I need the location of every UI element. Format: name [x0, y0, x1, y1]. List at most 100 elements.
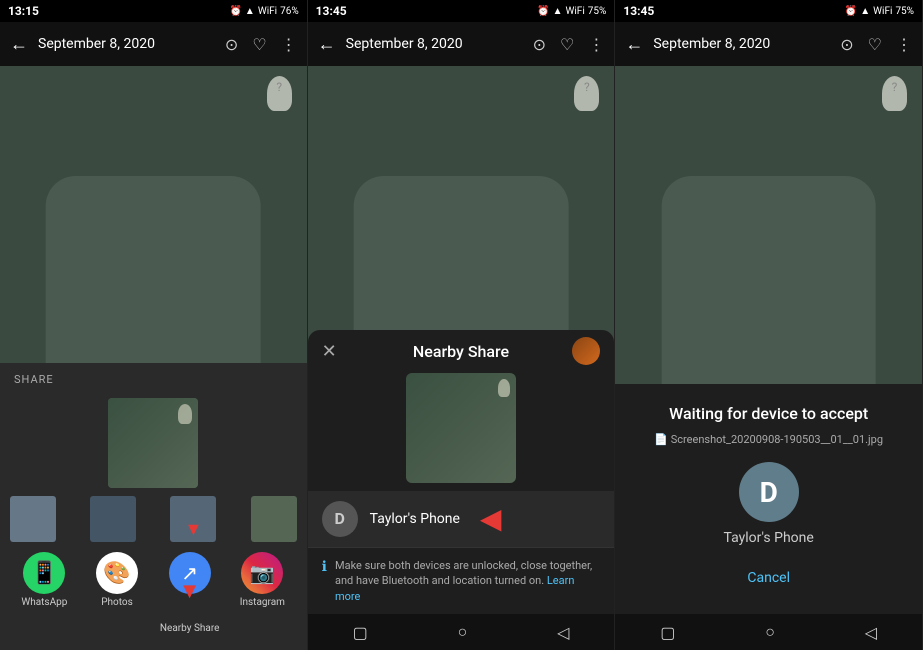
- wifi-icon-3: WiFi: [873, 6, 892, 17]
- top-icons-1: ⊙ ♡ ⋮: [225, 35, 297, 54]
- red-arrow-indicator: ◀: [480, 502, 502, 535]
- more-icon-1[interactable]: ⋮: [281, 35, 297, 54]
- instagram-share-item[interactable]: 📷 Instagram: [228, 552, 297, 634]
- status-bar-3: 13:45 ⏰ ▲ WiFi 75%: [615, 0, 922, 22]
- date-label-3: September 8, 2020: [653, 36, 830, 52]
- recent-thumb-4[interactable]: [251, 496, 297, 542]
- status-icons-1: ⏰ ▲ WiFi 76%: [229, 6, 298, 17]
- top-bar-2: ← September 8, 2020 ⊙ ♡ ⋮: [308, 22, 615, 66]
- instagram-icon: 📷: [241, 552, 283, 594]
- battery-icon-3: 75%: [895, 6, 914, 17]
- ghost-decoration-3: [882, 76, 907, 111]
- nav-bar-3: ▢ ○ ◁: [615, 614, 922, 650]
- crop-icon-2[interactable]: ⊙: [533, 35, 546, 54]
- waiting-filename: 📄 Screenshot_20200908-190503__01__01.jpg: [631, 433, 906, 446]
- back-nav-button-3[interactable]: ◁: [865, 623, 877, 642]
- top-icons-2: ⊙ ♡ ⋮: [533, 35, 605, 54]
- wifi-icon: WiFi: [258, 6, 277, 17]
- home-button-3[interactable]: ○: [765, 622, 775, 642]
- device-found-row[interactable]: D Taylor's Phone ◀: [308, 491, 615, 547]
- whatsapp-icon: 📱: [23, 552, 65, 594]
- nearby-thumb-area: [308, 365, 615, 491]
- favorite-icon-1[interactable]: ♡: [252, 35, 266, 54]
- status-time-3: 13:45: [623, 4, 654, 18]
- waiting-device-area: D Taylor's Phone: [631, 462, 906, 546]
- status-bar-1: 13:15 ⏰ ▲ WiFi 76%: [0, 0, 307, 22]
- nearby-share-title: Nearby Share: [413, 342, 509, 361]
- status-bar-2: 13:45 ⏰ ▲ WiFi 75%: [308, 0, 615, 22]
- recent-thumb-1[interactable]: [10, 496, 56, 542]
- top-bar-1: ← September 8, 2020 ⊙ ♡ ⋮: [0, 22, 307, 66]
- nearby-close-button[interactable]: ✕: [322, 341, 337, 362]
- battery-icon: 76%: [280, 6, 299, 17]
- file-icon: 📄: [654, 433, 668, 446]
- share-sheet-1: SHARE ▼ 📱 WhatsApp: [0, 363, 307, 650]
- more-icon-3[interactable]: ⋮: [896, 35, 912, 54]
- nearby-thumbnail: [406, 373, 516, 483]
- photos-icon: 🎨: [96, 552, 138, 594]
- top-icons-3: ⊙ ♡ ⋮: [840, 35, 912, 54]
- waiting-title: Waiting for device to accept: [631, 404, 906, 423]
- signal-icon-3: ▲: [860, 6, 870, 17]
- share-label: SHARE: [0, 363, 307, 394]
- back-button-1[interactable]: ←: [10, 34, 28, 55]
- status-time-2: 13:45: [316, 4, 347, 18]
- nearby-share-item-1[interactable]: ↗ ▼ Nearby Share: [155, 552, 224, 634]
- back-nav-button-2[interactable]: ◁: [557, 623, 569, 642]
- nearby-share-label: Nearby Share: [160, 623, 220, 634]
- nearby-info-text: Make sure both devices are unlocked, clo…: [335, 558, 600, 604]
- top-bar-3: ← September 8, 2020 ⊙ ♡ ⋮: [615, 22, 922, 66]
- device-name-label: Taylor's Phone: [370, 511, 460, 527]
- more-icon-2[interactable]: ⋮: [588, 35, 604, 54]
- recent-thumb-3[interactable]: ▼: [170, 496, 216, 542]
- recent-thumb-2[interactable]: [90, 496, 136, 542]
- phone-screen-1: 13:15 ⏰ ▲ WiFi 76% ← September 8, 2020 ⊙…: [0, 0, 308, 650]
- waiting-overlay: Waiting for device to accept 📄 Screensho…: [615, 384, 922, 614]
- battery-icon-2: 75%: [588, 6, 607, 17]
- device-avatar-d: D: [322, 501, 358, 537]
- thumb-row-1: [0, 394, 307, 496]
- favorite-icon-3[interactable]: ♡: [868, 35, 882, 54]
- signal-icon: ▲: [245, 6, 255, 17]
- date-label-2: September 8, 2020: [346, 36, 523, 52]
- user-avatar-top: [572, 337, 600, 365]
- waiting-device-initial: D: [760, 476, 778, 509]
- status-time-1: 13:15: [8, 4, 39, 18]
- whatsapp-share-item[interactable]: 📱 WhatsApp: [10, 552, 79, 634]
- status-icons-3: ⏰ ▲ WiFi 75%: [845, 6, 914, 17]
- waiting-device-name: Taylor's Phone: [724, 530, 814, 546]
- home-button-2[interactable]: ○: [458, 622, 468, 642]
- signal-icon-2: ▲: [553, 6, 563, 17]
- ghost-decoration-1: [267, 76, 292, 111]
- ghost-decoration-2: [574, 76, 599, 111]
- nearby-info-row: ℹ Make sure both devices are unlocked, c…: [308, 547, 615, 614]
- recents-button-2[interactable]: ▢: [353, 623, 368, 642]
- favorite-icon-2[interactable]: ♡: [560, 35, 574, 54]
- wifi-icon-2: WiFi: [566, 6, 585, 17]
- back-button-2[interactable]: ←: [318, 34, 336, 55]
- crop-icon-3[interactable]: ⊙: [840, 35, 853, 54]
- app-icons-row-1: 📱 WhatsApp 🎨 Photos ↗ ▼ Nearby Share 📷: [0, 550, 307, 640]
- device-initial: D: [334, 509, 344, 528]
- photos-label: Photos: [101, 597, 133, 608]
- recents-button-3[interactable]: ▢: [660, 623, 675, 642]
- phone-screen-2: 13:45 ⏰ ▲ WiFi 75% ← September 8, 2020 ⊙…: [308, 0, 616, 650]
- status-icons-2: ⏰ ▲ WiFi 75%: [537, 6, 606, 17]
- cancel-button[interactable]: Cancel: [631, 562, 906, 594]
- waiting-device-avatar: D: [739, 462, 799, 522]
- crop-icon-1[interactable]: ⊙: [225, 35, 238, 54]
- nearby-share-header: ✕ Nearby Share: [308, 330, 615, 365]
- recent-thumbs-row: ▼: [0, 496, 307, 550]
- date-label-1: September 8, 2020: [38, 36, 215, 52]
- main-thumbnail-1: [108, 398, 198, 488]
- nearby-share-modal: ✕ Nearby Share D Taylor's Phone ◀ ℹ Make…: [308, 330, 615, 614]
- alarm-icon-3: ⏰: [845, 6, 857, 17]
- info-icon: ℹ: [322, 559, 327, 575]
- photos-share-item[interactable]: 🎨 Photos: [83, 552, 152, 634]
- instagram-label: Instagram: [240, 597, 285, 608]
- phone-screen-3: 13:45 ⏰ ▲ WiFi 75% ← September 8, 2020 ⊙…: [615, 0, 923, 650]
- back-button-3[interactable]: ←: [625, 34, 643, 55]
- nav-bar-2: ▢ ○ ◁: [308, 614, 615, 650]
- alarm-icon-2: ⏰: [537, 6, 549, 17]
- alarm-icon: ⏰: [229, 6, 241, 17]
